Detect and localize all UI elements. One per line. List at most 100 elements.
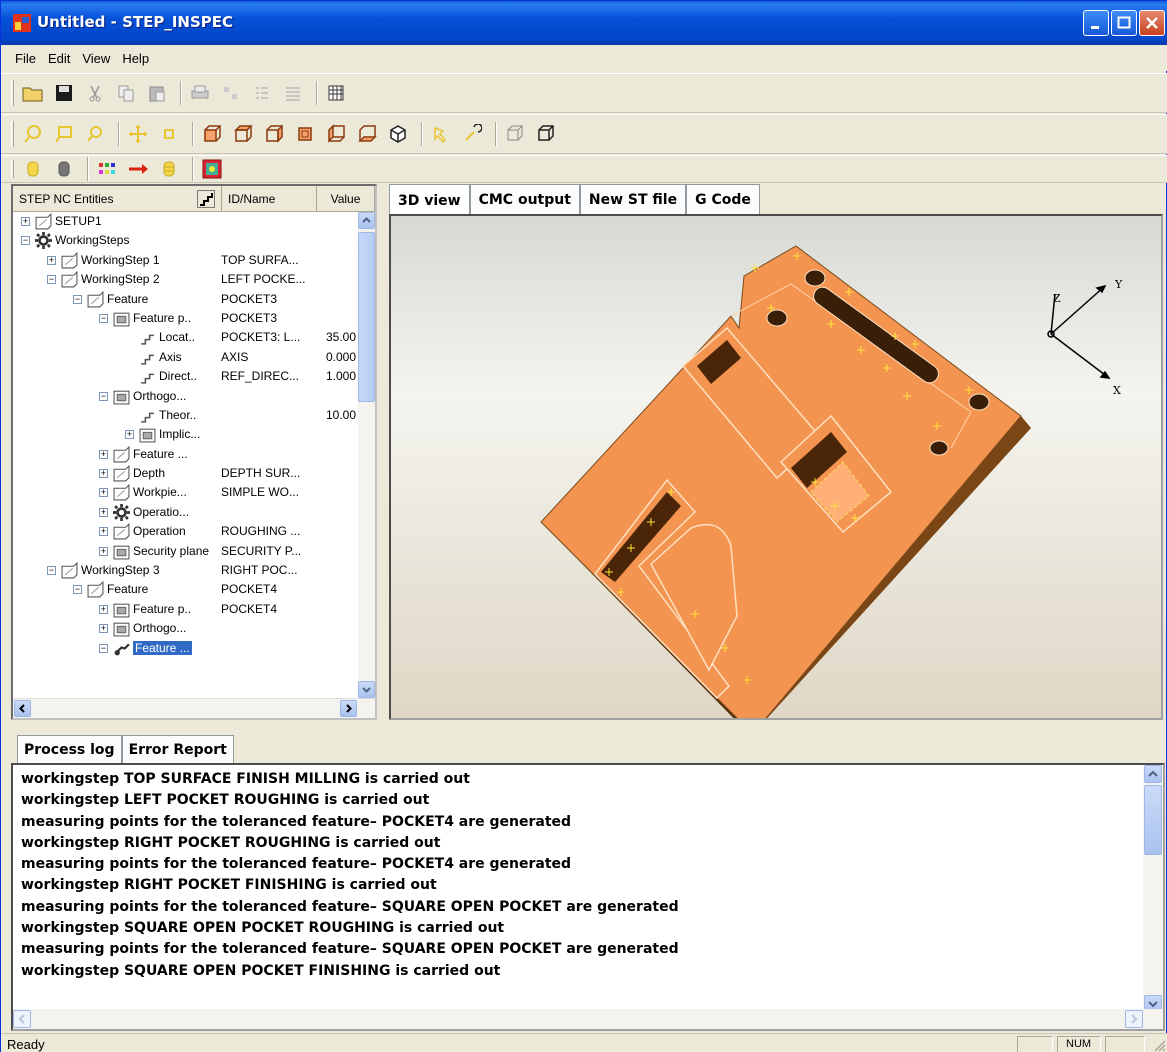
- select-button[interactable]: [428, 121, 454, 147]
- tree-row[interactable]: − WorkingStep 3 RIGHT POC...: [13, 561, 358, 580]
- view-back-button[interactable]: [292, 121, 318, 147]
- scroll-thumb[interactable]: [358, 232, 375, 402]
- tab-process-log[interactable]: Process log: [17, 735, 122, 763]
- tree-row[interactable]: + Operation ROUGHING ...: [13, 522, 358, 541]
- report-button[interactable]: [199, 156, 225, 182]
- log-vertical-scrollbar[interactable]: [1143, 765, 1163, 1013]
- probe-path-button[interactable]: [125, 156, 151, 182]
- stairs-icon[interactable]: [197, 190, 215, 208]
- expand-toggle[interactable]: +: [99, 546, 108, 556]
- resize-grip-icon[interactable]: [1152, 1038, 1166, 1052]
- toolbar-grip[interactable]: [11, 79, 14, 107]
- collapse-toggle[interactable]: −: [99, 313, 108, 323]
- toolbar-grip[interactable]: [11, 159, 14, 179]
- large-icons-button[interactable]: [218, 80, 244, 106]
- tree-row[interactable]: Theor.. 10.00: [13, 406, 358, 425]
- tab-error-report[interactable]: Error Report: [121, 735, 234, 763]
- tree-row[interactable]: − Feature POCKET3: [13, 290, 358, 309]
- tree-row[interactable]: + Feature p.. POCKET4: [13, 600, 358, 619]
- viewport-3d[interactable]: Y X Z: [389, 214, 1163, 720]
- view-bottom-button[interactable]: [354, 121, 380, 147]
- pan-button[interactable]: [125, 121, 151, 147]
- tree-row[interactable]: + Security plane SECURITY P...: [13, 542, 358, 561]
- scroll-down-button[interactable]: [358, 681, 375, 698]
- tree-row[interactable]: + Depth DEPTH SUR...: [13, 464, 358, 483]
- log-scroll-left-button[interactable]: [13, 1010, 31, 1028]
- view-left-button[interactable]: [323, 121, 349, 147]
- menu-help[interactable]: Help: [116, 51, 155, 66]
- collapse-toggle[interactable]: −: [73, 585, 82, 595]
- database-button[interactable]: [156, 156, 182, 182]
- menu-edit[interactable]: Edit: [42, 51, 76, 66]
- tab-new-st-file[interactable]: New ST file: [579, 184, 687, 214]
- tree-row[interactable]: − Feature p.. POCKET3: [13, 309, 358, 328]
- log-scroll-right-button[interactable]: [1125, 1010, 1143, 1028]
- tree-row[interactable]: Direct.. REF_DIREC... 1.000: [13, 367, 358, 386]
- expand-toggle[interactable]: +: [99, 449, 108, 459]
- points-button[interactable]: [94, 156, 120, 182]
- view-front-button[interactable]: [199, 121, 225, 147]
- tree-row[interactable]: − Feature ...: [13, 639, 358, 658]
- scroll-left-button[interactable]: [14, 700, 31, 717]
- paste-button[interactable]: [144, 80, 170, 106]
- tree-row[interactable]: + WorkingStep 1 TOP SURFA...: [13, 251, 358, 270]
- save-button[interactable]: [51, 80, 77, 106]
- copy-button[interactable]: [113, 80, 139, 106]
- expand-toggle[interactable]: +: [99, 488, 108, 498]
- cylinder-yellow-button[interactable]: [20, 156, 46, 182]
- tree-row[interactable]: Axis AXIS 0.000: [13, 348, 358, 367]
- collapse-toggle[interactable]: −: [21, 236, 30, 246]
- expand-toggle[interactable]: +: [21, 217, 30, 226]
- expand-toggle[interactable]: +: [99, 507, 108, 517]
- details-view-button[interactable]: [280, 80, 306, 106]
- header-id[interactable]: ID/Name: [222, 186, 317, 212]
- shaded-button[interactable]: [533, 121, 559, 147]
- tree-horizontal-scrollbar[interactable]: [13, 698, 375, 718]
- tree-row[interactable]: Locat.. POCKET3: L... 35.00: [13, 328, 358, 347]
- cylinder-gray-button[interactable]: [51, 156, 77, 182]
- expand-toggle[interactable]: +: [47, 255, 56, 265]
- scroll-up-button[interactable]: [358, 212, 375, 229]
- minimize-button[interactable]: [1083, 10, 1109, 36]
- header-value[interactable]: Value: [317, 186, 375, 212]
- collapse-toggle[interactable]: −: [99, 391, 108, 401]
- tab-3d-view[interactable]: 3D view: [389, 184, 470, 216]
- view-side-button[interactable]: [261, 121, 287, 147]
- close-button[interactable]: [1139, 10, 1165, 36]
- table-button[interactable]: [323, 80, 349, 106]
- log-scroll-up-button[interactable]: [1144, 765, 1162, 783]
- list-view-button[interactable]: [249, 80, 275, 106]
- tree-row[interactable]: + SETUP1: [13, 212, 358, 231]
- zoom-out-button[interactable]: [82, 121, 108, 147]
- open-button[interactable]: [20, 80, 46, 106]
- tab-g-code[interactable]: G Code: [686, 184, 760, 214]
- tree-row[interactable]: + Workpie... SIMPLE WO...: [13, 483, 358, 502]
- expand-toggle[interactable]: +: [99, 469, 108, 479]
- expand-toggle[interactable]: +: [99, 604, 108, 614]
- log-scroll-thumb[interactable]: [1144, 785, 1162, 855]
- process-log[interactable]: workingstep TOP SURFACE FINISH MILLING i…: [11, 763, 1165, 1031]
- tree-row[interactable]: + Implic...: [13, 425, 358, 444]
- zoom-in-button[interactable]: [20, 121, 46, 147]
- menu-view[interactable]: View: [76, 51, 116, 66]
- log-horizontal-scrollbar[interactable]: [13, 1009, 1163, 1029]
- collapse-toggle[interactable]: −: [47, 566, 56, 576]
- cut-button[interactable]: [82, 80, 108, 106]
- header-entities[interactable]: STEP NC Entities: [13, 186, 222, 212]
- tree-row[interactable]: + Orthogo...: [13, 619, 358, 638]
- tree-row[interactable]: + Operatio...: [13, 503, 358, 522]
- expand-toggle[interactable]: +: [125, 430, 134, 440]
- zoom-window-button[interactable]: [51, 121, 77, 147]
- view-top-button[interactable]: [230, 121, 256, 147]
- tree-vertical-scrollbar[interactable]: [358, 212, 375, 698]
- collapse-toggle[interactable]: −: [73, 294, 82, 304]
- wireframe-button[interactable]: [502, 121, 528, 147]
- collapse-toggle[interactable]: −: [99, 643, 108, 653]
- tree-row[interactable]: − WorkingStep 2 LEFT POCKE...: [13, 270, 358, 289]
- tab-cmc-output[interactable]: CMC output: [469, 184, 580, 214]
- tree-row[interactable]: − WorkingSteps: [13, 231, 358, 250]
- fit-button[interactable]: [156, 121, 182, 147]
- print-button[interactable]: [187, 80, 213, 106]
- tree-row[interactable]: − Feature POCKET4: [13, 580, 358, 599]
- expand-toggle[interactable]: +: [99, 624, 108, 634]
